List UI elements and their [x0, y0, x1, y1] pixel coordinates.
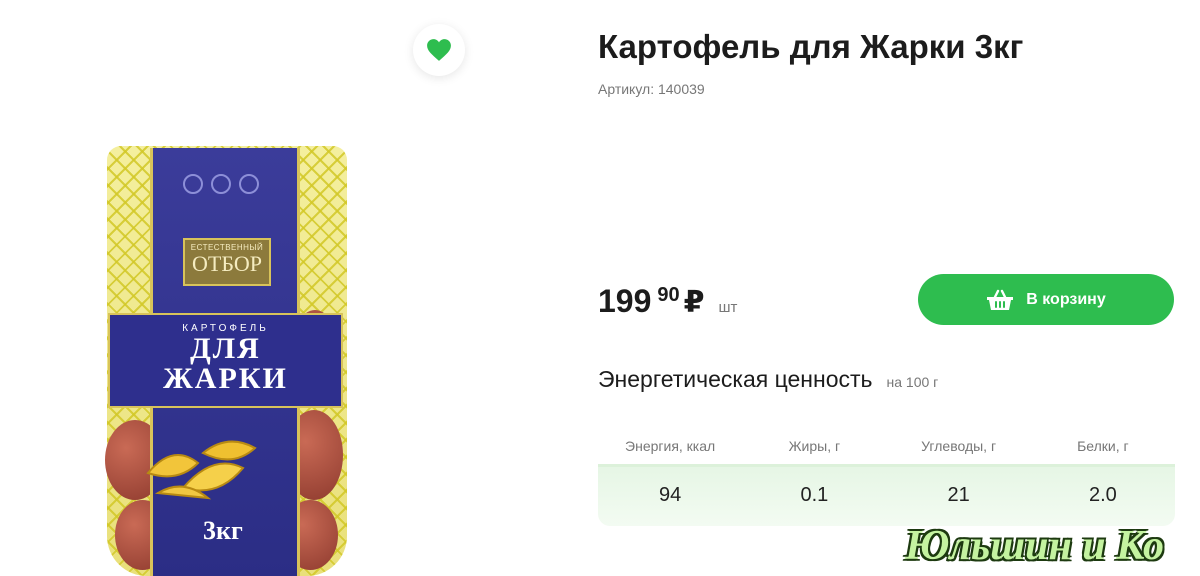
price-unit: шт	[718, 299, 738, 316]
energy-heading: Энергетическая ценность на 100 г	[598, 366, 938, 393]
nutrition-values-row: 94 0.1 21 2.0	[598, 464, 1175, 526]
energy-title: Энергетическая ценность	[598, 366, 873, 392]
potato-wedges-illustration	[146, 440, 257, 500]
product-sku: Артикул: 140039	[598, 81, 705, 97]
price-fraction: 90	[657, 284, 680, 306]
nutrition-header-energy: Энергия, ккал	[625, 438, 716, 454]
price-currency: ₽	[683, 286, 705, 319]
package-label: ЕСТЕСТВЕННЫЙ ОТБОР КАРТОФЕЛЬ ДЛЯ ЖАРКИ 3…	[108, 148, 343, 576]
nutrition-table: Энергия, ккал Жиры, г Углеводы, г Белки,…	[598, 428, 1175, 526]
add-to-cart-button[interactable]: В корзину	[918, 274, 1174, 325]
nutrition-header-protein: Белки, г	[1077, 438, 1129, 454]
package-weight: 3кг	[203, 516, 243, 545]
product-image: ЕСТЕСТВЕННЫЙ ОТБОР КАРТОФЕЛЬ ДЛЯ ЖАРКИ 3…	[95, 140, 360, 576]
package-dots	[183, 174, 259, 194]
add-to-cart-label: В корзину	[1026, 290, 1106, 308]
product-title: Картофель для Жарки 3кг	[598, 28, 1024, 65]
basket-icon	[987, 289, 1014, 310]
nutrition-header-row: Энергия, ккал Жиры, г Углеводы, г Белки,…	[598, 428, 1175, 464]
heart-icon	[427, 39, 451, 61]
energy-per: на 100 г	[886, 374, 939, 390]
watermark: Юльшин и Ко	[905, 523, 1165, 569]
product-price: 199 90 ₽ шт	[598, 283, 737, 320]
nutrition-header-fat: Жиры, г	[788, 438, 841, 454]
package-title: КАРТОФЕЛЬ ДЛЯ ЖАРКИ	[108, 313, 343, 408]
brand-logo: ЕСТЕСТВЕННЫЙ ОТБОР	[183, 238, 271, 286]
nutrition-header-carbs: Углеводы, г	[921, 438, 997, 454]
price-integer: 199	[598, 283, 652, 319]
nutrition-value-energy: 94	[659, 484, 682, 506]
nutrition-value-fat: 0.1	[800, 484, 829, 506]
nutrition-value-carbs: 21	[947, 484, 970, 506]
favorite-button[interactable]	[413, 24, 465, 76]
nutrition-value-protein: 2.0	[1088, 484, 1117, 506]
